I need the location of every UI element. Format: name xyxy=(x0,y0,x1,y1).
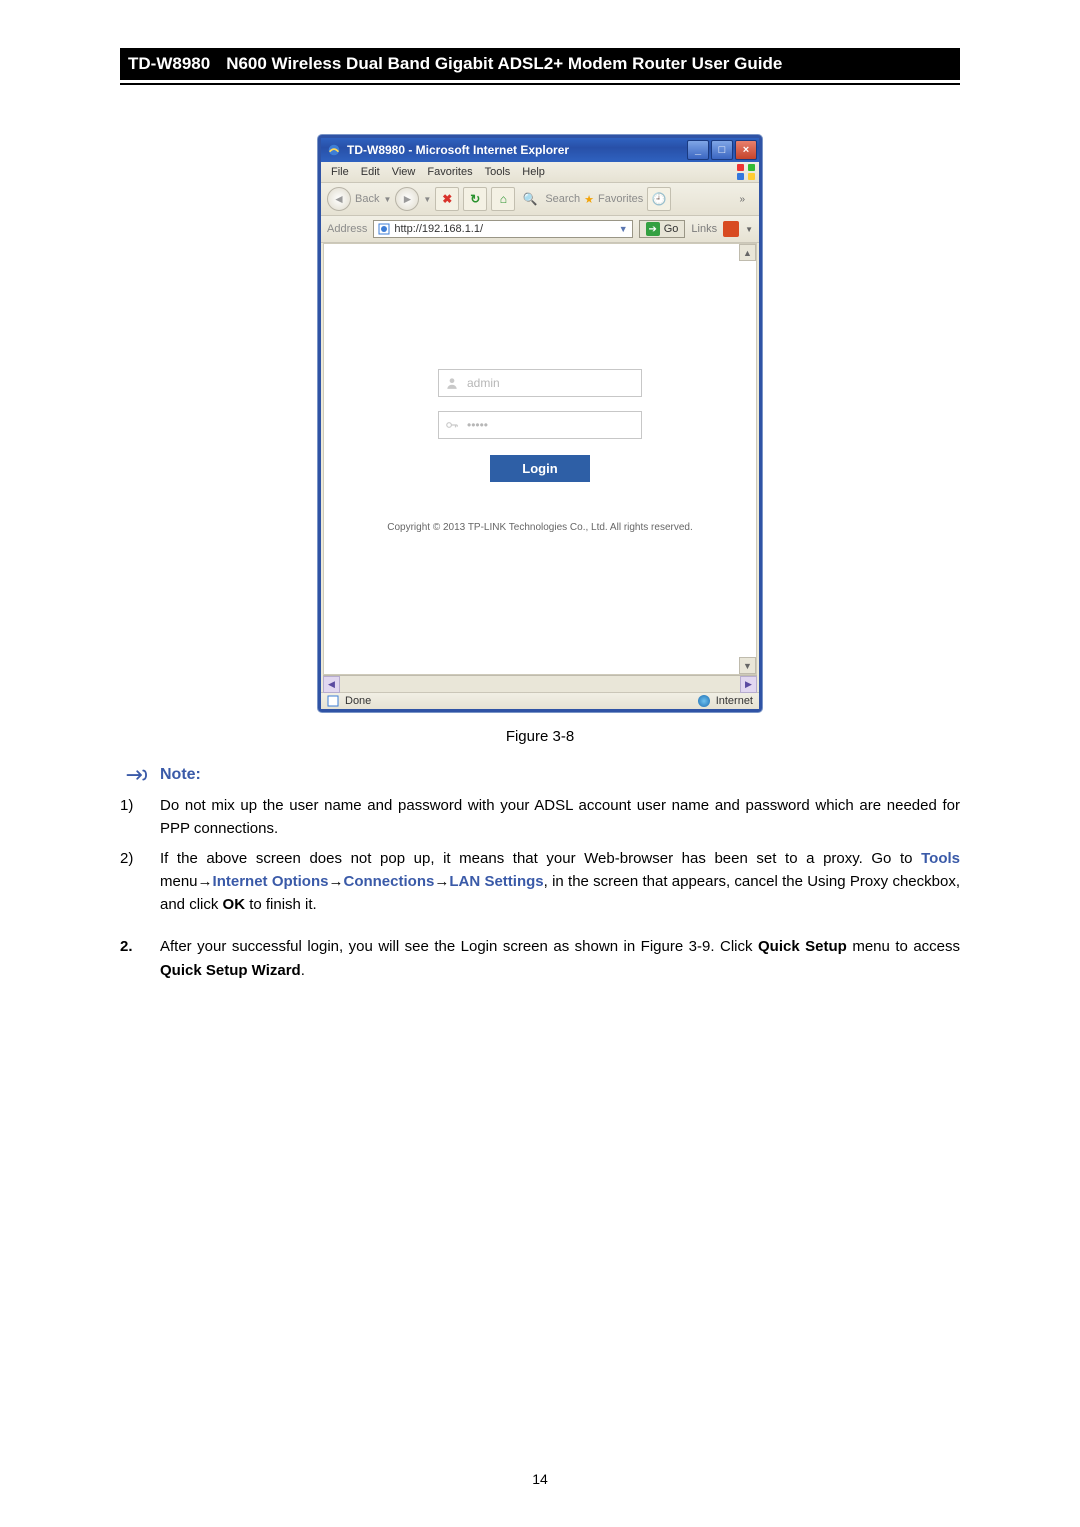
key-icon xyxy=(445,418,459,432)
toolbar-more-icon[interactable]: » xyxy=(739,194,745,205)
refresh-icon[interactable]: ↻ xyxy=(463,187,487,211)
toolbar: ◄ Back ▼ ► ▼ ✖ ↻ ⌂ 🔍 Search ★ Favorites … xyxy=(321,183,759,216)
menu-help[interactable]: Help xyxy=(516,164,551,180)
status-zone-label: Internet xyxy=(716,695,753,707)
links-label[interactable]: Links xyxy=(691,223,717,235)
minimize-button[interactable]: _ xyxy=(687,140,709,160)
note-list: 1) Do not mix up the user name and passw… xyxy=(120,791,960,919)
doc-header: TD-W8980 N600 Wireless Dual Band Gigabit… xyxy=(120,48,960,85)
home-icon[interactable]: ⌂ xyxy=(491,187,515,211)
note-item-1: 1) Do not mix up the user name and passw… xyxy=(120,791,960,844)
menu-file[interactable]: File xyxy=(325,164,355,180)
address-url: http://192.168.1.1/ xyxy=(394,223,483,235)
status-done-label: Done xyxy=(345,695,371,707)
go-label: Go xyxy=(664,223,679,235)
login-button[interactable]: Login xyxy=(490,455,590,482)
password-field[interactable]: ••••• xyxy=(438,411,642,439)
search-label: Search xyxy=(545,193,580,205)
page-number: 14 xyxy=(0,1471,1080,1487)
address-bar: Address http://192.168.1.1/ ▼ ➔ Go Links… xyxy=(321,216,759,243)
ie-icon xyxy=(327,143,341,157)
user-icon xyxy=(445,376,459,390)
hand-point-icon xyxy=(126,765,150,785)
history-icon[interactable]: 🕘 xyxy=(647,187,671,211)
menu-tools[interactable]: Tools xyxy=(479,164,517,180)
address-dropdown-icon[interactable]: ▼ xyxy=(619,224,628,234)
copyright-text: Copyright © 2013 TP-LINK Technologies Co… xyxy=(324,522,756,533)
window-title: TD-W8980 - Microsoft Internet Explorer xyxy=(347,143,569,157)
scroll-right-icon[interactable]: ▶ xyxy=(740,676,757,693)
step-2-text: After your successful login, you will se… xyxy=(160,935,960,982)
note-item-1-num: 1) xyxy=(120,794,142,841)
note-item-2-num: 2) xyxy=(120,847,142,917)
note-item-2: 2) If the above screen does not pop up, … xyxy=(120,844,960,920)
go-arrow-icon: ➔ xyxy=(646,222,660,236)
window-titlebar: TD-W8980 - Microsoft Internet Explorer _… xyxy=(321,138,759,162)
address-input[interactable]: http://192.168.1.1/ ▼ xyxy=(373,220,632,238)
note-heading: Note: xyxy=(126,765,960,785)
password-placeholder: ••••• xyxy=(467,418,635,432)
browser-window: TD-W8980 - Microsoft Internet Explorer _… xyxy=(318,135,762,712)
links-icon[interactable] xyxy=(723,221,739,237)
note-item-2-text: If the above screen does not pop up, it … xyxy=(160,847,960,917)
step-2: 2. After your successful login, you will… xyxy=(120,927,960,990)
scroll-left-icon[interactable]: ◀ xyxy=(323,676,340,693)
scroll-up-icon[interactable]: ▲ xyxy=(739,244,756,261)
address-label: Address xyxy=(327,223,367,235)
page-icon xyxy=(378,223,390,235)
menu-bar: File Edit View Favorites Tools Help xyxy=(321,162,759,183)
note-heading-text: Note: xyxy=(160,766,201,784)
menu-favorites[interactable]: Favorites xyxy=(421,164,478,180)
step-2-num: 2. xyxy=(120,935,142,982)
page-content: ▲ admin ••••• Login Copyright © 2013 TP-… xyxy=(323,243,757,675)
menu-edit[interactable]: Edit xyxy=(355,164,386,180)
figure-caption: Figure 3-8 xyxy=(120,722,960,765)
note-item-1-text: Do not mix up the user name and password… xyxy=(160,794,960,841)
header-title: N600 Wireless Dual Band Gigabit ADSL2+ M… xyxy=(220,48,960,80)
scroll-down-icon[interactable]: ▼ xyxy=(739,657,756,674)
back-button[interactable]: ◄ xyxy=(327,187,351,211)
username-field[interactable]: admin xyxy=(438,369,642,397)
header-model: TD-W8980 xyxy=(120,48,220,80)
search-icon[interactable]: 🔍 xyxy=(519,188,541,210)
favorites-icon[interactable]: ★ xyxy=(584,193,594,206)
stop-icon[interactable]: ✖ xyxy=(435,187,459,211)
maximize-button[interactable]: □ xyxy=(711,140,733,160)
menu-view[interactable]: View xyxy=(386,164,422,180)
page-done-icon xyxy=(327,695,339,707)
horizontal-scrollbar[interactable]: ◀ ▶ xyxy=(323,675,757,692)
forward-button[interactable]: ► xyxy=(395,187,419,211)
username-placeholder: admin xyxy=(467,376,635,390)
windows-flag-icon xyxy=(737,164,755,180)
close-button[interactable]: × xyxy=(735,140,757,160)
globe-icon xyxy=(698,695,710,707)
status-bar: Done Internet xyxy=(321,692,759,709)
favorites-label: Favorites xyxy=(598,193,643,205)
go-button[interactable]: ➔ Go xyxy=(639,220,686,238)
back-label: Back xyxy=(355,193,379,205)
